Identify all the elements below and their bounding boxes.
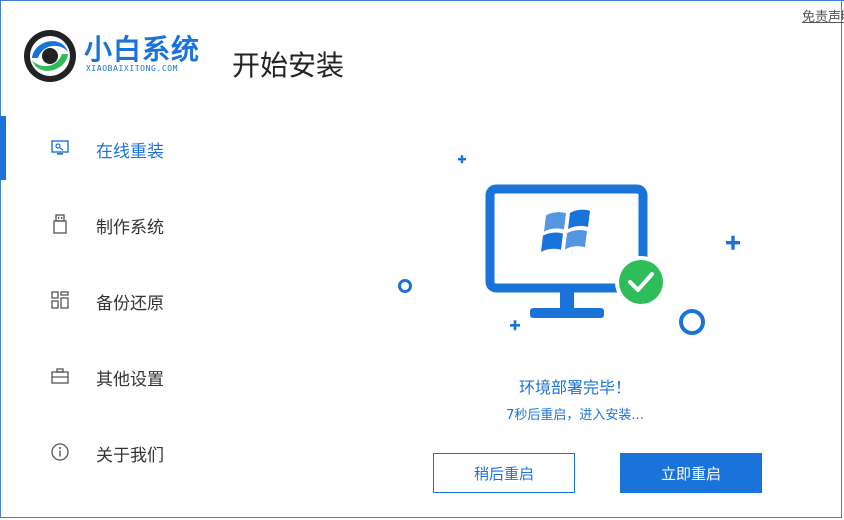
circle-decoration-icon (679, 309, 705, 335)
sidebar-item-online-reinstall[interactable]: 在线重装 (0, 128, 260, 168)
brand-name: 小白系统 (84, 33, 201, 66)
sidebar-item-label: 其他设置 (96, 370, 164, 390)
info-icon (50, 442, 70, 462)
sidebar-item-label: 制作系统 (96, 218, 164, 238)
restart-now-button[interactable]: 立即重启 (620, 453, 762, 493)
logo-icon (24, 30, 76, 82)
sidebar-item-backup-restore[interactable]: 备份还原 (0, 280, 260, 320)
sidebar-item-label: 在线重装 (96, 142, 164, 162)
sidebar-item-about-us[interactable]: 关于我们 (0, 432, 260, 472)
plus-decoration-icon (458, 155, 740, 331)
sidebar-item-label: 关于我们 (96, 446, 164, 466)
sidebar-item-label: 备份还原 (96, 294, 164, 314)
brand-subtitle: XIAOBAIXITONG.COM (86, 64, 179, 73)
circle-decoration-icon (398, 279, 412, 293)
monitor-icon (50, 138, 70, 158)
restart-later-button[interactable]: 稍后重启 (433, 453, 575, 493)
window-top-border (0, 0, 844, 1)
sidebar-item-make-system[interactable]: 制作系统 (0, 204, 260, 244)
briefcase-icon (50, 366, 70, 386)
status-countdown: 7秒后重启，进入安装... (506, 408, 644, 423)
check-badge-icon (615, 256, 667, 308)
page-title: 开始安装 (232, 49, 345, 82)
grid-icon (50, 290, 70, 310)
install-complete-illustration (398, 155, 740, 335)
usb-drive-icon (50, 214, 70, 234)
disclaimer-link[interactable]: 免责声明 (802, 6, 844, 25)
monitor-illustration-icon (485, 184, 648, 318)
sidebar-item-other-settings[interactable]: 其他设置 (0, 356, 260, 396)
status-title: 环境部署完毕！ (518, 378, 631, 397)
